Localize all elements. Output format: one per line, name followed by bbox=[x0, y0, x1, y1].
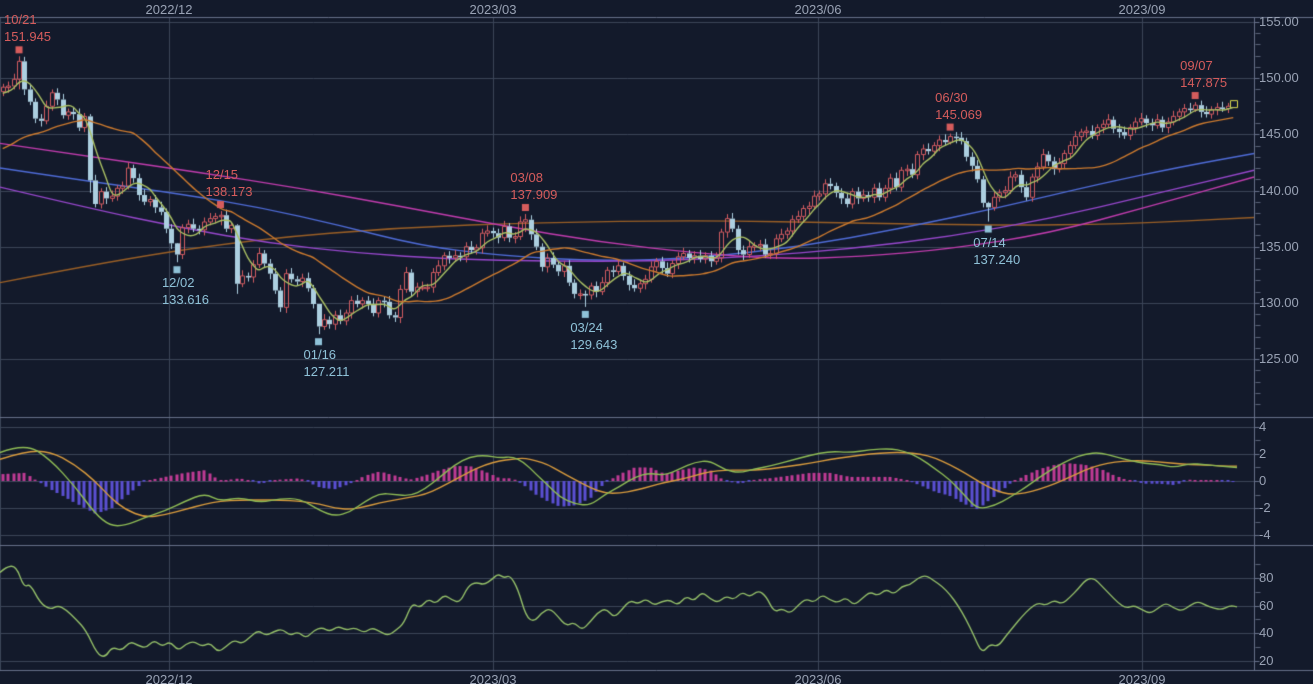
date-label-bottom: 2023/03 bbox=[470, 672, 517, 684]
price-extreme-annotation: 06/30145.069 bbox=[935, 89, 982, 123]
macd-tick-label: -4 bbox=[1259, 527, 1271, 542]
price-tick-label: 150.00 bbox=[1259, 70, 1299, 85]
price-extreme-annotation: 01/16127.211 bbox=[304, 346, 350, 380]
macd-tick-label: -2 bbox=[1259, 500, 1271, 515]
rsi-tick-label: 60 bbox=[1259, 598, 1273, 613]
annotation-value: 129.643 bbox=[570, 336, 617, 353]
rsi-tick-label: 40 bbox=[1259, 625, 1273, 640]
price-extreme-annotation: 03/08137.909 bbox=[510, 169, 557, 203]
annotation-value: 138.173 bbox=[206, 183, 253, 200]
annotation-date: 12/02 bbox=[162, 274, 209, 291]
annotation-date: 07/14 bbox=[973, 234, 1020, 251]
annotation-value: 145.069 bbox=[935, 106, 982, 123]
price-tick-label: 155.00 bbox=[1259, 14, 1299, 29]
fx-candlestick-chart: 2022/12 2023/03 2023/06 2023/09 2022/12 … bbox=[0, 0, 1313, 684]
price-tick-label: 135.00 bbox=[1259, 239, 1299, 254]
annotation-value: 127.211 bbox=[304, 363, 350, 380]
price-extreme-annotation: 09/07147.875 bbox=[1180, 57, 1227, 91]
annotation-value: 151.945 bbox=[4, 28, 51, 45]
date-label-top: 2023/09 bbox=[1119, 2, 1166, 17]
price-tick-label: 125.00 bbox=[1259, 351, 1299, 366]
date-label-bottom: 2023/09 bbox=[1119, 672, 1166, 684]
annotation-date: 09/07 bbox=[1180, 57, 1227, 74]
annotation-date: 03/08 bbox=[510, 169, 557, 186]
rsi-tick-label: 20 bbox=[1259, 653, 1273, 668]
price-extreme-annotation: 12/15138.173 bbox=[206, 166, 253, 200]
price-extreme-annotation: 07/14137.240 bbox=[973, 234, 1020, 268]
price-tick-label: 140.00 bbox=[1259, 183, 1299, 198]
annotation-date: 10/21 bbox=[4, 11, 51, 28]
annotation-value: 137.240 bbox=[973, 251, 1020, 268]
date-label-top: 2023/03 bbox=[470, 2, 517, 17]
date-label-top: 2023/06 bbox=[795, 2, 842, 17]
price-extreme-annotation: 12/02133.616 bbox=[162, 274, 209, 308]
price-extreme-annotation: 03/24129.643 bbox=[570, 319, 617, 353]
date-label-top: 2022/12 bbox=[146, 2, 193, 17]
date-label-bottom: 2022/12 bbox=[146, 672, 193, 684]
price-tick-label: 130.00 bbox=[1259, 295, 1299, 310]
rsi-tick-label: 80 bbox=[1259, 570, 1273, 585]
annotation-value: 137.909 bbox=[510, 186, 557, 203]
macd-tick-label: 0 bbox=[1259, 473, 1266, 488]
macd-tick-label: 4 bbox=[1259, 419, 1266, 434]
annotation-date: 03/24 bbox=[570, 319, 617, 336]
annotation-value: 147.875 bbox=[1180, 74, 1227, 91]
price-tick-label: 145.00 bbox=[1259, 126, 1299, 141]
chart-canvas[interactable] bbox=[0, 0, 1313, 684]
date-label-bottom: 2023/06 bbox=[795, 672, 842, 684]
annotation-value: 133.616 bbox=[162, 291, 209, 308]
annotation-date: 01/16 bbox=[304, 346, 350, 363]
price-extreme-annotation: 10/21151.945 bbox=[4, 11, 51, 45]
annotation-date: 06/30 bbox=[935, 89, 982, 106]
annotation-date: 12/15 bbox=[206, 166, 253, 183]
macd-tick-label: 2 bbox=[1259, 446, 1266, 461]
